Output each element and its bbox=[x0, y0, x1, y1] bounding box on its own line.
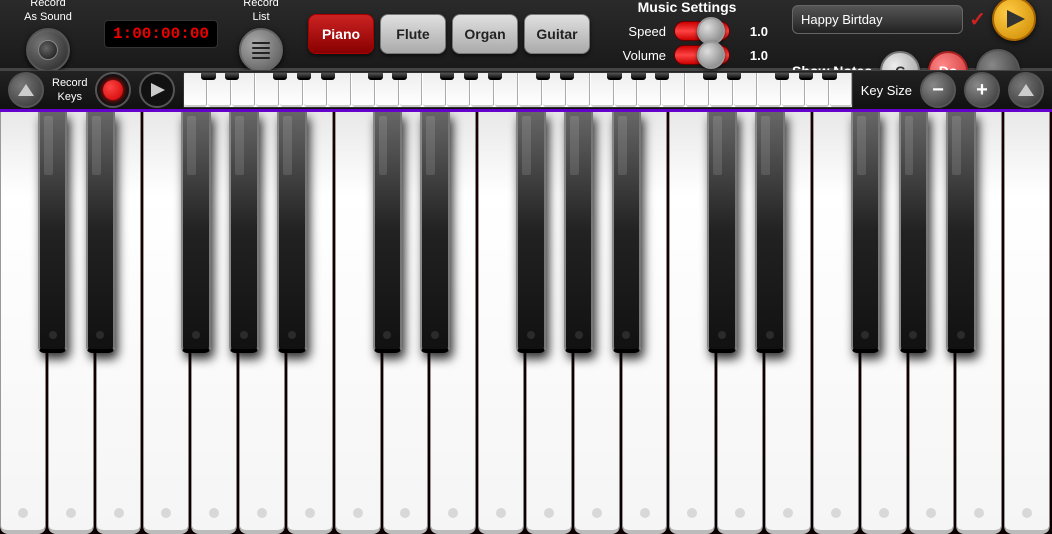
volume-row: Volume 1.0 bbox=[606, 45, 768, 65]
top-bar: RecordAs Sound 1:00:00:00 RecordList Pia… bbox=[0, 0, 1052, 70]
volume-value: 1.0 bbox=[738, 48, 768, 63]
speed-slider-track[interactable] bbox=[674, 21, 730, 41]
mini-keyboard bbox=[183, 72, 852, 108]
song-row: Happy Birtday ✓ bbox=[792, 0, 1036, 41]
music-settings-title: Music Settings bbox=[638, 0, 737, 15]
key-size-decrease-button[interactable]: − bbox=[920, 72, 956, 108]
instrument-flute-button[interactable]: Flute bbox=[380, 14, 446, 54]
record-dot-icon bbox=[103, 80, 123, 100]
record-list-button[interactable] bbox=[239, 28, 283, 72]
record-knob[interactable] bbox=[26, 28, 70, 72]
piano-area bbox=[0, 112, 1052, 534]
play-small-icon bbox=[151, 83, 165, 97]
scroll-left-button[interactable] bbox=[8, 72, 44, 108]
play-button[interactable] bbox=[992, 0, 1036, 41]
black-key[interactable] bbox=[229, 112, 259, 353]
instrument-guitar-button[interactable]: Guitar bbox=[524, 14, 590, 54]
record-keys-label: RecordKeys bbox=[52, 76, 87, 105]
black-key[interactable] bbox=[86, 112, 116, 353]
speed-value: 1.0 bbox=[738, 24, 768, 39]
volume-slider-track[interactable] bbox=[674, 45, 730, 65]
play-keys-button[interactable] bbox=[139, 72, 175, 108]
black-key[interactable] bbox=[899, 112, 929, 353]
key-size-label: Key Size bbox=[861, 83, 912, 98]
record-knob-inner bbox=[38, 40, 58, 60]
black-key[interactable] bbox=[707, 112, 737, 353]
volume-label: Volume bbox=[606, 48, 666, 63]
instrument-piano-button[interactable]: Piano bbox=[308, 14, 374, 54]
black-key[interactable] bbox=[946, 112, 976, 353]
record-keys-bar: RecordKeys Key Size − + bbox=[0, 70, 1052, 112]
black-key[interactable] bbox=[373, 112, 403, 353]
black-key[interactable] bbox=[181, 112, 211, 353]
music-settings-section: Music Settings Speed 1.0 Volume 1.0 bbox=[590, 0, 784, 69]
black-key[interactable] bbox=[516, 112, 546, 353]
black-key[interactable] bbox=[420, 112, 450, 353]
black-key[interactable] bbox=[38, 112, 68, 353]
key-size-increase-button[interactable]: + bbox=[964, 72, 1000, 108]
play-icon bbox=[1007, 10, 1025, 28]
song-selector[interactable]: Happy Birtday bbox=[792, 5, 963, 34]
scroll-right-icon bbox=[1018, 84, 1034, 96]
checkmark-icon: ✓ bbox=[969, 7, 986, 32]
record-as-sound-section: RecordAs Sound bbox=[8, 0, 88, 72]
scroll-left-icon bbox=[18, 84, 34, 96]
record-as-sound-label: RecordAs Sound bbox=[24, 0, 72, 24]
speed-row: Speed 1.0 bbox=[606, 21, 768, 41]
instrument-buttons: Piano Flute Organ Guitar bbox=[308, 14, 590, 54]
black-key[interactable] bbox=[277, 112, 307, 353]
time-display: 1:00:00:00 bbox=[104, 20, 218, 48]
app-container: RecordAs Sound 1:00:00:00 RecordList Pia… bbox=[0, 0, 1052, 534]
black-key[interactable] bbox=[851, 112, 881, 353]
white-key[interactable] bbox=[1004, 112, 1050, 534]
black-key[interactable] bbox=[564, 112, 594, 353]
record-list-label: RecordList bbox=[243, 0, 278, 24]
list-icon bbox=[252, 42, 270, 59]
speed-label: Speed bbox=[606, 24, 666, 39]
black-key[interactable] bbox=[612, 112, 642, 353]
instrument-organ-button[interactable]: Organ bbox=[452, 14, 518, 54]
black-key[interactable] bbox=[755, 112, 785, 353]
scroll-right-button[interactable] bbox=[1008, 72, 1044, 108]
volume-slider-thumb[interactable] bbox=[697, 41, 725, 69]
record-list-section: RecordList bbox=[226, 0, 296, 72]
record-button[interactable] bbox=[95, 72, 131, 108]
